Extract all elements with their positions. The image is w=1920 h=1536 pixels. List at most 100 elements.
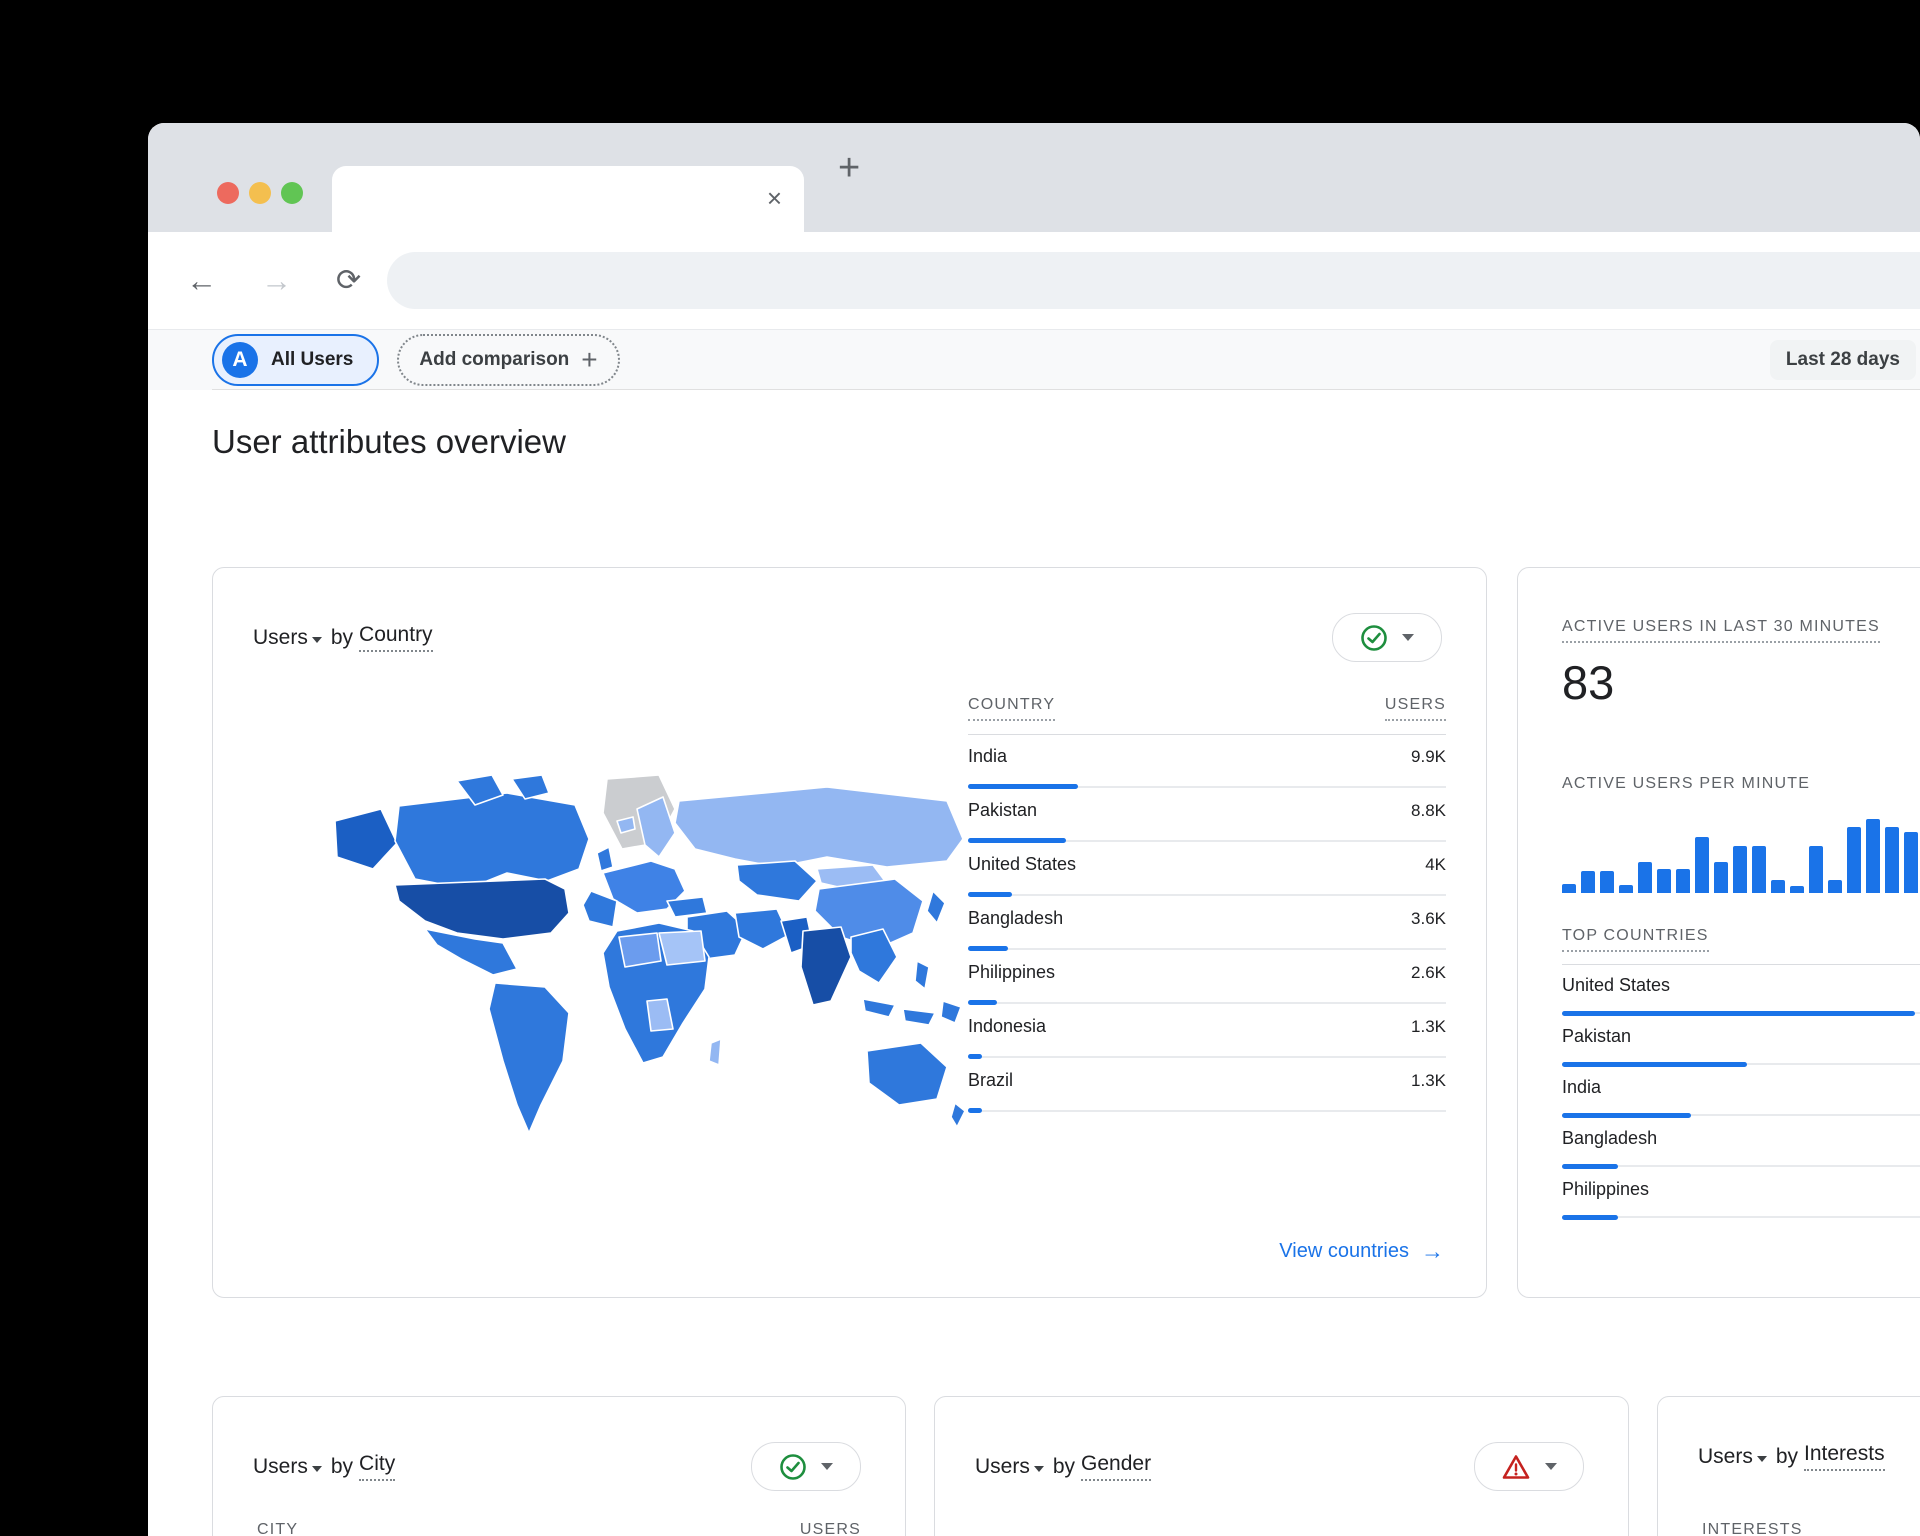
column-header-interests[interactable]: INTERESTS [1702,1521,1803,1536]
top-countries-label[interactable]: TOP COUNTRIES [1562,927,1709,952]
map-new-zealand [951,1103,965,1127]
close-window-button[interactable] [217,182,239,204]
chevron-down-icon[interactable] [312,637,322,643]
back-icon[interactable]: ← [186,265,217,296]
table-row[interactable]: Pakistan8.8K [968,800,1446,843]
row-label: Philippines [1562,1179,1649,1200]
row-value: 8.8K [1411,801,1446,821]
arrow-right-icon: → [1421,1238,1444,1265]
map-india [801,927,851,1005]
row-bar [968,1000,997,1005]
column-header-users[interactable]: USERS [800,1521,861,1536]
card-title-users-by-city[interactable]: Users by City [253,1452,395,1481]
card-title-users-by-country[interactable]: Users by Country [253,623,433,652]
map-usa [395,879,569,939]
dimension-label[interactable]: City [359,1452,395,1481]
dimension-label[interactable]: Gender [1081,1452,1151,1481]
minute-bar [1695,837,1709,893]
toolbar-divider [212,389,1920,390]
view-countries-link[interactable]: View countries → [1279,1238,1444,1265]
row-label: Bangladesh [968,908,1063,929]
table-row[interactable]: India9.9K [968,746,1446,789]
new-tab-button[interactable]: + [838,147,860,190]
table-row[interactable]: United States 4K [968,854,1446,897]
by-label: by [331,626,353,650]
table-row[interactable]: Bangladesh3.6K [968,908,1446,951]
world-map-choropleth[interactable] [307,761,967,1146]
data-quality-dropdown[interactable] [1474,1442,1584,1491]
forward-icon[interactable]: → [261,265,292,296]
minute-bar [1790,886,1804,893]
map-central-asia [737,861,817,901]
date-range-selector[interactable]: Last 28 days [1770,340,1916,380]
map-south-america [489,983,569,1133]
column-header-users[interactable]: USERS [1385,696,1446,721]
row-label: United States [968,854,1076,875]
row-label: Indonesia [968,1016,1046,1037]
by-label: by [1776,1445,1798,1469]
plus-icon: + [581,346,597,374]
dimension-label[interactable]: Interests [1804,1442,1885,1471]
metric-label[interactable]: Users [1698,1445,1753,1469]
row-label: Pakistan [1562,1026,1631,1047]
browser-navbar: ← → ⟳ [148,232,1920,330]
reload-icon[interactable]: ⟳ [336,266,361,296]
chevron-down-icon[interactable] [312,1466,322,1472]
minute-bar [1733,846,1747,893]
browser-tab[interactable]: × [332,166,804,232]
by-label: by [331,1455,353,1479]
metric-label[interactable]: Users [975,1455,1030,1479]
minute-bar [1904,832,1918,893]
active-users-30min-label[interactable]: ACTIVE USERS IN LAST 30 MINUTES [1562,618,1880,643]
minute-bar [1752,846,1766,893]
maximize-window-button[interactable] [281,182,303,204]
all-users-chip[interactable]: A All Users [212,334,379,386]
chevron-down-icon[interactable] [1757,1456,1767,1462]
add-comparison-button[interactable]: Add comparison + [397,334,619,386]
card-title-users-by-interests[interactable]: Users by Interests [1698,1442,1885,1471]
metric-label[interactable]: Users [253,626,308,650]
list-item[interactable]: Pakistan [1562,1026,1920,1067]
tab-close-icon[interactable]: × [767,182,782,214]
by-label: by [1053,1455,1075,1479]
column-header-country[interactable]: COUNTRY [968,696,1055,721]
minimize-window-button[interactable] [249,182,271,204]
row-label: Bangladesh [1562,1128,1657,1149]
dimension-label[interactable]: Country [359,623,433,652]
users-by-city-card: Users by City CITY USERS [212,1396,906,1536]
page-title: User attributes overview [212,423,566,461]
browser-window: × + ← → ⟳ A All Users Add comparison + L… [148,123,1920,1536]
table-row[interactable]: Indonesia 1.3K [968,1016,1446,1059]
add-comparison-label: Add comparison [419,349,569,371]
data-quality-dropdown[interactable] [1332,613,1442,662]
minute-bar [1638,862,1652,893]
map-japan [927,891,945,923]
data-quality-dropdown[interactable] [751,1442,861,1491]
minute-bar [1676,869,1690,893]
address-bar[interactable] [387,252,1920,309]
minute-bar [1619,885,1633,893]
row-value: 4K [1425,855,1446,875]
list-item[interactable]: Philippines [1562,1179,1920,1220]
table-row[interactable]: Philippines2.6K [968,962,1446,1005]
row-value: 1.3K [1411,1017,1446,1037]
card-title-users-by-gender[interactable]: Users by Gender [975,1452,1151,1481]
column-header-city[interactable]: CITY [257,1521,298,1536]
active-users-per-minute-chart[interactable] [1562,817,1920,893]
chevron-down-icon[interactable] [1034,1466,1044,1472]
list-item[interactable]: United States [1562,975,1920,1016]
row-label: United States [1562,975,1670,996]
map-indonesia [863,999,895,1017]
map-sahel [619,933,661,967]
minute-bar [1771,880,1785,893]
screen: × + ← → ⟳ A All Users Add comparison + L… [0,0,1920,1536]
realtime-card: ACTIVE USERS IN LAST 30 MINUTES 83 ACTIV… [1517,567,1920,1298]
list-item[interactable]: Bangladesh [1562,1128,1920,1169]
check-circle-icon [779,1453,807,1481]
table-row[interactable]: Brazil1.3K [968,1070,1446,1113]
row-bar [1562,1215,1618,1220]
divider [1562,964,1920,965]
row-label: Philippines [968,962,1055,983]
metric-label[interactable]: Users [253,1455,308,1479]
list-item[interactable]: India [1562,1077,1920,1118]
